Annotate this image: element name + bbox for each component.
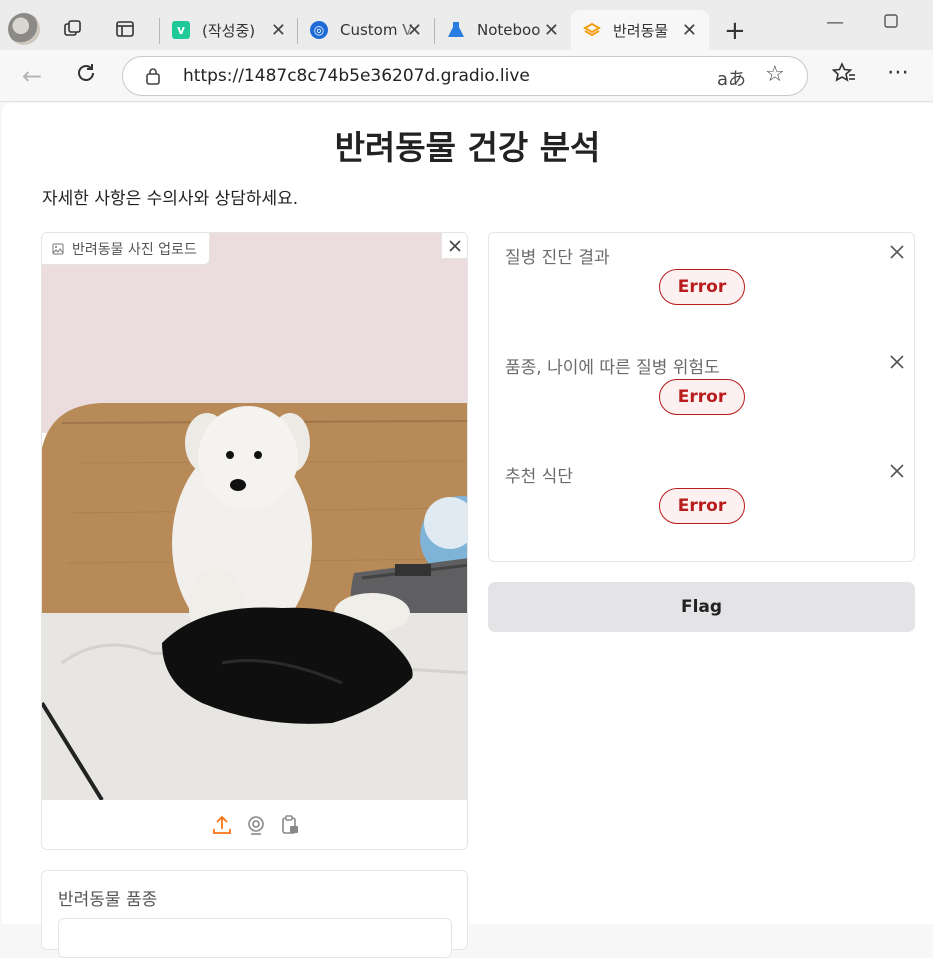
back-icon[interactable]: ←	[18, 62, 46, 90]
browser-tab-1[interactable]: ◎ Custom V ✕	[298, 10, 434, 50]
breed-textbox-block: 반려동물 품종	[41, 870, 468, 958]
image-source-toolbar	[42, 800, 467, 849]
output-label: 추천 식단	[505, 467, 573, 487]
output-risk: 품종, 나이에 따른 질병 위험도 Error	[489, 343, 916, 443]
close-icon	[448, 239, 461, 252]
close-tab-icon[interactable]: ✕	[271, 20, 286, 41]
output-diet: 추천 식단 Error	[489, 452, 916, 552]
refresh-icon[interactable]	[72, 62, 100, 90]
error-badge: Error	[659, 269, 745, 305]
lock-icon[interactable]	[145, 67, 161, 85]
maximize-icon[interactable]	[884, 12, 898, 33]
flag-button[interactable]: Flag	[488, 582, 915, 632]
error-badge: Error	[659, 488, 745, 524]
collections-icon[interactable]	[62, 18, 84, 40]
url-text: https://1487c8c74b5e36207d.gradio.live	[183, 66, 530, 86]
clear-image-button[interactable]	[441, 233, 467, 259]
favorite-star-icon[interactable]: ☆	[765, 62, 785, 87]
browser-tab-0[interactable]: v (작성중) ✕	[160, 10, 298, 50]
browser-tab-2[interactable]: Noteboo ✕	[435, 10, 571, 50]
image-label-text: 반려동물 사진 업로드	[72, 241, 197, 258]
clipboard-icon[interactable]	[279, 814, 301, 836]
close-tab-icon[interactable]: ✕	[407, 20, 422, 41]
close-icon[interactable]	[888, 353, 906, 371]
output-label: 품종, 나이에 따른 질병 위험도	[505, 358, 720, 378]
image-upload-block[interactable]: 반려동물 사진 업로드	[41, 232, 468, 850]
page-title: 반려동물 건강 분석	[334, 128, 601, 167]
close-tab-icon[interactable]: ✕	[682, 20, 697, 41]
close-icon[interactable]	[888, 462, 906, 480]
close-icon[interactable]	[888, 243, 906, 261]
browser-tab-3-active[interactable]: 반려동물 ✕	[571, 10, 709, 50]
image-icon	[52, 243, 64, 254]
uploaded-dog-photo	[42, 233, 467, 800]
upload-icon[interactable]	[211, 814, 233, 836]
output-diagnosis: 질병 진단 결과 Error	[489, 233, 916, 333]
image-label: 반려동물 사진 업로드	[42, 233, 210, 265]
output-panel: 질병 진단 결과 Error 품종, 나이에 따른 질병 위험도 Error 추…	[488, 232, 915, 562]
v-icon: v	[172, 21, 190, 39]
gradio-app: 반려동물 건강 분석 자세한 사항은 수의사와 상담하세요. 반려동물 사진 업…	[2, 103, 933, 958]
breed-input[interactable]	[58, 918, 452, 958]
more-menu-icon[interactable]: ⋯	[884, 60, 912, 85]
error-badge: Error	[659, 379, 745, 415]
address-bar-row: ← https://1487c8c74b5e36207d.gradio.live…	[0, 50, 933, 102]
target-icon: ◎	[310, 21, 328, 39]
flask-icon	[447, 21, 465, 39]
gradio-icon	[583, 21, 601, 39]
favorites-icon[interactable]	[830, 62, 858, 90]
output-label: 질병 진단 결과	[505, 248, 610, 268]
new-tab-button[interactable]: +	[724, 16, 746, 46]
close-tab-icon[interactable]: ✕	[544, 20, 559, 41]
breed-label: 반려동물 품종	[58, 890, 158, 910]
webcam-icon[interactable]	[245, 814, 267, 836]
minimize-icon[interactable]: —	[826, 12, 844, 33]
read-aloud-icon[interactable]: aあ	[717, 65, 746, 91]
profile-avatar[interactable]	[8, 13, 40, 45]
url-field[interactable]: https://1487c8c74b5e36207d.gradio.live a…	[122, 56, 808, 96]
tab-actions-icon[interactable]	[114, 18, 136, 40]
browser-tab-bar: v (작성중) ✕ ◎ Custom V ✕ Noteboo ✕ 반려동물 ✕ …	[0, 0, 933, 50]
page-description: 자세한 사항은 수의사와 상담하세요.	[42, 189, 299, 209]
